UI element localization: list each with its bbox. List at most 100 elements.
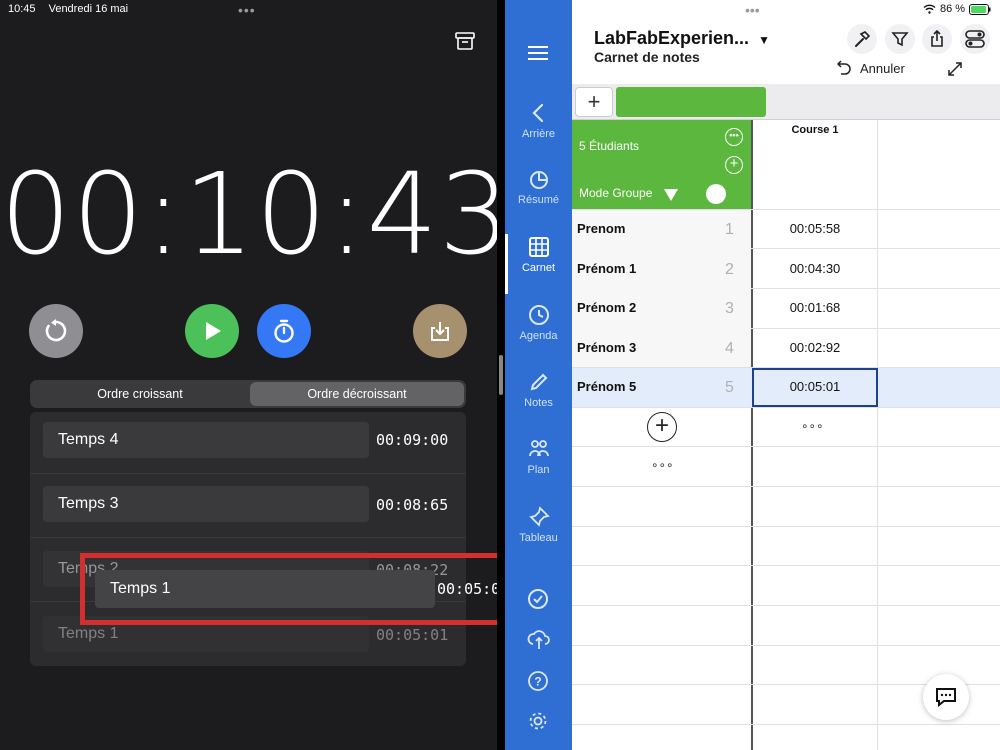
menu-icon[interactable] (528, 46, 548, 65)
group-mode-label: Mode Groupe (579, 186, 653, 200)
chat-bubble-icon (936, 688, 956, 707)
multitask-dots-right[interactable]: ••• (745, 2, 760, 18)
multitask-dots[interactable]: ••• (238, 2, 256, 18)
sidebar-item-label: Notes (524, 397, 553, 409)
svg-text:?: ? (534, 675, 541, 689)
student-name[interactable]: Prénom 2 (577, 300, 636, 315)
app-header: LabFabExperien... ▼ Carnet de notes Annu… (572, 20, 1000, 84)
tools-button[interactable] (847, 24, 877, 54)
column-header-course[interactable]: Course 1 (753, 124, 877, 136)
chat-button[interactable] (923, 674, 969, 720)
notebook-title-text: LabFabExperien... (594, 28, 750, 48)
grid-icon (528, 237, 549, 257)
battery-icon (969, 3, 991, 15)
title-caret-icon: ▼ (758, 33, 770, 47)
page-subtitle: Carnet de notes (594, 49, 700, 65)
wifi-icon (923, 4, 936, 14)
status-bar-left: 10:45 Vendredi 16 mai (8, 3, 138, 15)
students-count: 5 Étudiants (579, 139, 640, 153)
dragged-lap-label: Temps 1 (95, 570, 435, 608)
column-line (877, 120, 878, 750)
sidebar-item-board[interactable]: Tableau (505, 506, 572, 544)
sidebar-item-plan[interactable]: Plan (505, 438, 572, 476)
filter-button[interactable] (885, 24, 915, 54)
lap-label[interactable]: Temps 3 (43, 486, 369, 522)
stopwatch-icon (274, 319, 294, 343)
share-icon (931, 30, 943, 47)
student-name[interactable]: Prénom 5 (577, 379, 636, 394)
student-number: 2 (725, 261, 734, 278)
battery-percent: 86 % (940, 3, 966, 15)
lap-label[interactable]: Temps 4 (43, 422, 369, 458)
grade-cell[interactable]: 00:04:30 (752, 261, 878, 276)
add-student-button[interactable]: + (647, 412, 677, 442)
grade-cell[interactable]: 00:05:01 (752, 379, 878, 394)
undo-label: Annuler (860, 60, 905, 76)
share-button[interactable] (922, 24, 952, 54)
column-more-icon[interactable]: ∘∘∘ (801, 419, 824, 433)
reset-button[interactable] (29, 304, 83, 358)
play-button[interactable] (185, 304, 239, 358)
grade-cell[interactable]: 00:01:68 (752, 300, 878, 315)
add-tab-button[interactable]: + (575, 87, 613, 117)
more-options-icon[interactable]: ••• (725, 128, 743, 146)
lap-time: 00:09:00 (376, 431, 449, 449)
filter-icon (891, 32, 909, 47)
sort-segmented-control: Ordre croissant Ordre décroissant (30, 380, 466, 408)
frozen-column-divider (751, 120, 753, 750)
student-name[interactable]: Prenom (577, 221, 625, 236)
sidebar-item-back[interactable]: Arrière (505, 102, 572, 140)
sidebar-item-gradebook[interactable]: Carnet (505, 236, 572, 274)
cloud-upload-icon[interactable] (527, 628, 551, 655)
archive-icon[interactable] (455, 31, 475, 56)
add-student-icon[interactable]: + (725, 156, 743, 174)
sidebar-item-label: Tableau (519, 532, 558, 544)
chevron-left-icon (531, 103, 543, 123)
dragged-lap[interactable]: Temps 1 00:05:01 (80, 553, 530, 625)
row-more-icon[interactable]: ∘∘∘ (651, 458, 674, 472)
group-header-cell: 5 Étudiants ••• + Mode Groupe (572, 120, 751, 209)
group-mode-toggle[interactable] (703, 182, 745, 206)
agenda-icon (528, 305, 549, 325)
expand-icon[interactable] (946, 60, 964, 83)
split-handle[interactable] (499, 355, 503, 395)
group-tab[interactable] (616, 87, 766, 117)
export-button[interactable] (413, 304, 467, 358)
status-date: Vendredi 16 mai (48, 3, 129, 15)
sort-ascending-tab[interactable]: Ordre croissant (32, 382, 248, 406)
download-tray-icon (431, 322, 449, 341)
student-name[interactable]: Prénom 3 (577, 340, 636, 355)
settings-gear-icon[interactable] (527, 710, 549, 737)
app-sidebar: Arrière Résumé Carnet Agenda Notes Plan … (505, 0, 572, 750)
help-icon[interactable]: ? (527, 670, 549, 697)
sidebar-item-notes[interactable]: Notes (505, 371, 572, 409)
play-icon (206, 322, 221, 340)
pin-icon (528, 506, 550, 527)
student-number: 3 (725, 300, 734, 317)
toggles-button[interactable] (960, 24, 990, 54)
sidebar-item-label: Agenda (519, 330, 558, 342)
student-number: 1 (725, 221, 734, 238)
notebook-title[interactable]: LabFabExperien... ▼ (594, 28, 770, 49)
grade-cell[interactable]: 00:05:58 (752, 221, 878, 236)
student-number: 5 (725, 379, 734, 396)
sidebar-item-summary[interactable]: Résumé (505, 168, 572, 206)
sort-descending-tab[interactable]: Ordre décroissant (250, 382, 464, 406)
people-icon (528, 440, 549, 457)
gradebook-tabbar: + (572, 84, 1000, 120)
sidebar-item-label: Plan (527, 464, 550, 476)
grade-cell[interactable]: 00:02:92 (752, 340, 878, 355)
hammer-icon (855, 31, 871, 47)
student-name[interactable]: Prénom 1 (577, 261, 636, 276)
undo-icon (836, 60, 851, 75)
lap-time: 00:08:65 (376, 496, 449, 514)
sidebar-item-agenda[interactable]: Agenda (505, 304, 572, 342)
student-number: 4 (725, 340, 734, 357)
status-time: 10:45 (8, 3, 36, 15)
lap-button[interactable] (257, 304, 311, 358)
triangle-down-icon[interactable] (664, 188, 678, 206)
checkmark-icon[interactable] (527, 588, 549, 615)
toggles-icon (965, 30, 985, 48)
undo-button[interactable]: Annuler (834, 60, 905, 76)
sidebar-item-label: Arrière (521, 128, 555, 140)
